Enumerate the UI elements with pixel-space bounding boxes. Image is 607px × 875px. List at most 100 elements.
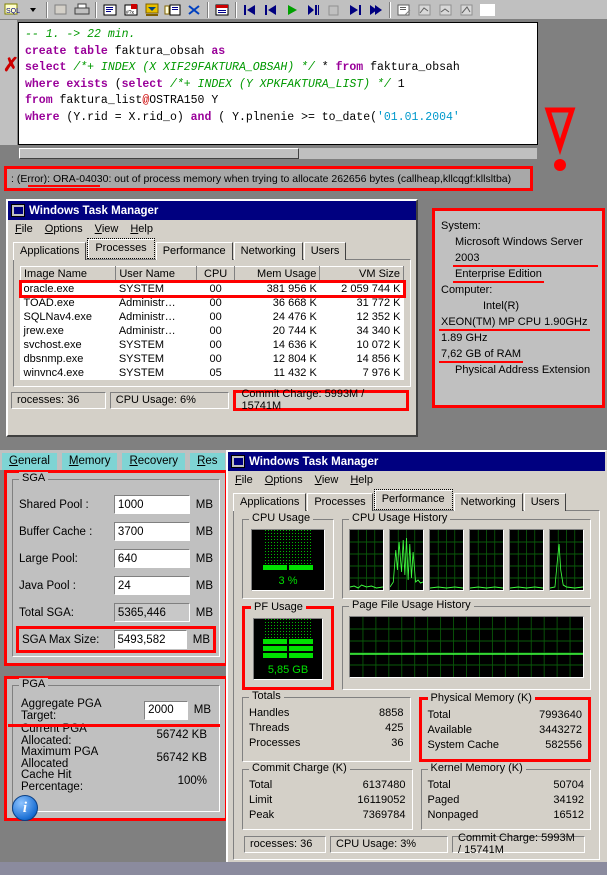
- tab-applications[interactable]: Applications: [233, 493, 307, 511]
- sga-field-row[interactable]: Total SGA: 5365,446 MB: [19, 599, 213, 626]
- sga-field-row[interactable]: Shared Pool : 1000 MB: [19, 491, 213, 518]
- table-row[interactable]: jrew.exe Administr… 00 20 744 K 34 340 K: [21, 324, 404, 338]
- table-row[interactable]: svchost.exe SYSTEM 00 14 636 K 10 072 K: [21, 338, 404, 352]
- process-table[interactable]: Image Name User Name CPU Mem Usage VM Size o…: [18, 266, 406, 380]
- report-icon[interactable]: [394, 1, 414, 19]
- oracle-tab-res[interactable]: Res: [190, 453, 225, 470]
- menu-item-view[interactable]: View: [315, 474, 339, 486]
- stat-value: 582556: [545, 739, 582, 751]
- table-row[interactable]: TOAD.exe Administr… 00 36 668 K 31 772 K: [21, 296, 404, 310]
- field-input[interactable]: 5365,446: [113, 603, 190, 622]
- table-row[interactable]: oracle.exe SYSTEM 00 381 956 K 2 059 744 K: [18, 279, 406, 298]
- tab-networking[interactable]: Networking: [233, 242, 303, 260]
- oracle-tab-recovery[interactable]: Recovery: [122, 453, 186, 470]
- field-input[interactable]: 640: [113, 549, 190, 568]
- stop-record-icon[interactable]: [324, 1, 344, 19]
- chart3-icon[interactable]: [457, 1, 477, 19]
- tab-processes[interactable]: Processes: [307, 493, 373, 511]
- dropdown-arrow-icon[interactable]: [23, 1, 43, 19]
- tab-networking[interactable]: Networking: [453, 493, 523, 511]
- scrollbar-thumb[interactable]: [19, 148, 299, 159]
- describe-icon[interactable]: [163, 1, 183, 19]
- pga-target-input[interactable]: 2000: [144, 700, 188, 720]
- error-marker-x: ✗: [3, 55, 19, 76]
- import-icon[interactable]: [142, 1, 162, 19]
- field-input[interactable]: 3700: [113, 522, 190, 541]
- table-header-row[interactable]: Image Name User Name CPU Mem Usage VM Size: [19, 266, 404, 282]
- sql-code-area[interactable]: -- 1. -> 22 min. create table faktura_obs…: [18, 22, 538, 145]
- first-record-icon[interactable]: [240, 1, 260, 19]
- table-cell: SYSTEM: [118, 352, 165, 365]
- field-input[interactable]: 24: [113, 576, 190, 595]
- menu-item-file[interactable]: File: [235, 474, 253, 486]
- sql-horizontal-scrollbar[interactable]: [18, 147, 538, 160]
- task-manager-performance-window[interactable]: Windows Task Manager File Options View Help…: [226, 450, 607, 875]
- oracle-dialog-tab-strip[interactable]: General Memory Recovery Res: [0, 450, 232, 470]
- application-toolbar[interactable]: SQL #?x: [0, 0, 607, 20]
- processes-tab-panel: Image Name User Name CPU Mem Usage VM Size o…: [13, 259, 411, 387]
- tab-performance[interactable]: Performance: [373, 489, 453, 510]
- tab-processes[interactable]: Processes: [87, 238, 155, 259]
- sga-field-row[interactable]: Java Pool : 24 MB: [19, 572, 213, 599]
- menu-item-options[interactable]: Options: [45, 223, 83, 235]
- field-input[interactable]: 1000: [113, 495, 190, 514]
- titlebar[interactable]: Windows Task Manager: [8, 201, 416, 220]
- explain-plan-icon[interactable]: #?x: [121, 1, 141, 19]
- tab-users[interactable]: Users: [523, 493, 567, 511]
- prev-record-icon[interactable]: [261, 1, 281, 19]
- task-manager-processes-window[interactable]: Windows Task Manager File Options View Help…: [6, 199, 418, 437]
- menu-item-help[interactable]: Help: [350, 474, 373, 486]
- tab-users[interactable]: Users: [303, 242, 347, 260]
- menu-bar[interactable]: File Options View Help: [8, 220, 416, 237]
- column-header[interactable]: Image Name: [19, 266, 117, 282]
- tab-strip[interactable]: Applications Processes Performance Networki…: [8, 237, 416, 260]
- menu-item-help[interactable]: Help: [130, 223, 153, 235]
- pga-section: PGA Aggregate PGA Target: 2000 MB Curren…: [4, 676, 228, 821]
- stat-value: 36: [391, 737, 404, 749]
- menu-item-view[interactable]: View: [95, 223, 119, 235]
- table-cell: 00: [209, 296, 222, 309]
- memory-row: Commit Charge (K) Total 6137480 Limit 16119…: [242, 762, 591, 830]
- menu-item-file[interactable]: File: [15, 223, 33, 235]
- table-row[interactable]: dbsnmp.exe SYSTEM 00 12 804 K 14 856 K: [21, 352, 404, 366]
- table-body[interactable]: oracle.exe SYSTEM 00 381 956 K2 059 744 K TO…: [18, 279, 406, 380]
- sga-field-row[interactable]: Large Pool: 640 MB: [19, 545, 213, 572]
- table-row[interactable]: SQLNav4.exe Administr… 00 24 476 K 12 352 K: [21, 310, 404, 324]
- oracle-tab-memory[interactable]: Memory: [61, 453, 118, 470]
- grid-icon[interactable]: [212, 1, 232, 19]
- column-header[interactable]: User Name: [115, 266, 197, 282]
- tab-strip[interactable]: Applications Processes Performance Networki…: [228, 488, 605, 511]
- sql-icon[interactable]: SQL: [2, 1, 22, 19]
- menu-item-options[interactable]: Options: [265, 474, 303, 486]
- blank-button[interactable]: [478, 1, 498, 19]
- sql-token: select: [25, 61, 74, 74]
- chart2-icon[interactable]: [436, 1, 456, 19]
- sga-group-label: SGA: [19, 472, 49, 484]
- pga-target-row[interactable]: Aggregate PGA Target: 2000 MB: [21, 697, 211, 723]
- column-header[interactable]: Mem Usage: [234, 266, 321, 282]
- sga-field-row[interactable]: SGA Max Size: 5493,582 MB: [16, 626, 216, 653]
- info-icon[interactable]: i: [12, 795, 38, 821]
- oracle-tab-general[interactable]: General: [2, 453, 57, 470]
- sga-field-list[interactable]: Shared Pool :1000 MB Buffer Cache :3700 MB L…: [16, 491, 216, 653]
- next-record-icon[interactable]: [345, 1, 365, 19]
- pf-history-graph: [349, 616, 584, 678]
- table-row[interactable]: winvnc4.exe SYSTEM 05 11 432 K 7 976 K: [21, 366, 404, 380]
- stat-label: Paged: [427, 794, 460, 806]
- cancel-icon[interactable]: [184, 1, 204, 19]
- tab-performance[interactable]: Performance: [155, 242, 233, 260]
- print-icon[interactable]: [72, 1, 92, 19]
- play-icon[interactable]: [282, 1, 302, 19]
- tab-applications[interactable]: Applications: [13, 242, 87, 260]
- stop-icon[interactable]: [51, 1, 71, 19]
- script-icon[interactable]: [100, 1, 120, 19]
- titlebar[interactable]: Windows Task Manager: [228, 452, 605, 471]
- pause-icon[interactable]: [303, 1, 323, 19]
- last-record-icon[interactable]: [366, 1, 386, 19]
- field-input[interactable]: 5493,582: [113, 630, 187, 649]
- column-header[interactable]: VM Size: [319, 266, 404, 282]
- chart-icon[interactable]: [415, 1, 435, 19]
- menu-bar[interactable]: File Options View Help: [228, 471, 605, 488]
- column-header[interactable]: CPU: [195, 266, 236, 282]
- sga-field-row[interactable]: Buffer Cache : 3700 MB: [19, 518, 213, 545]
